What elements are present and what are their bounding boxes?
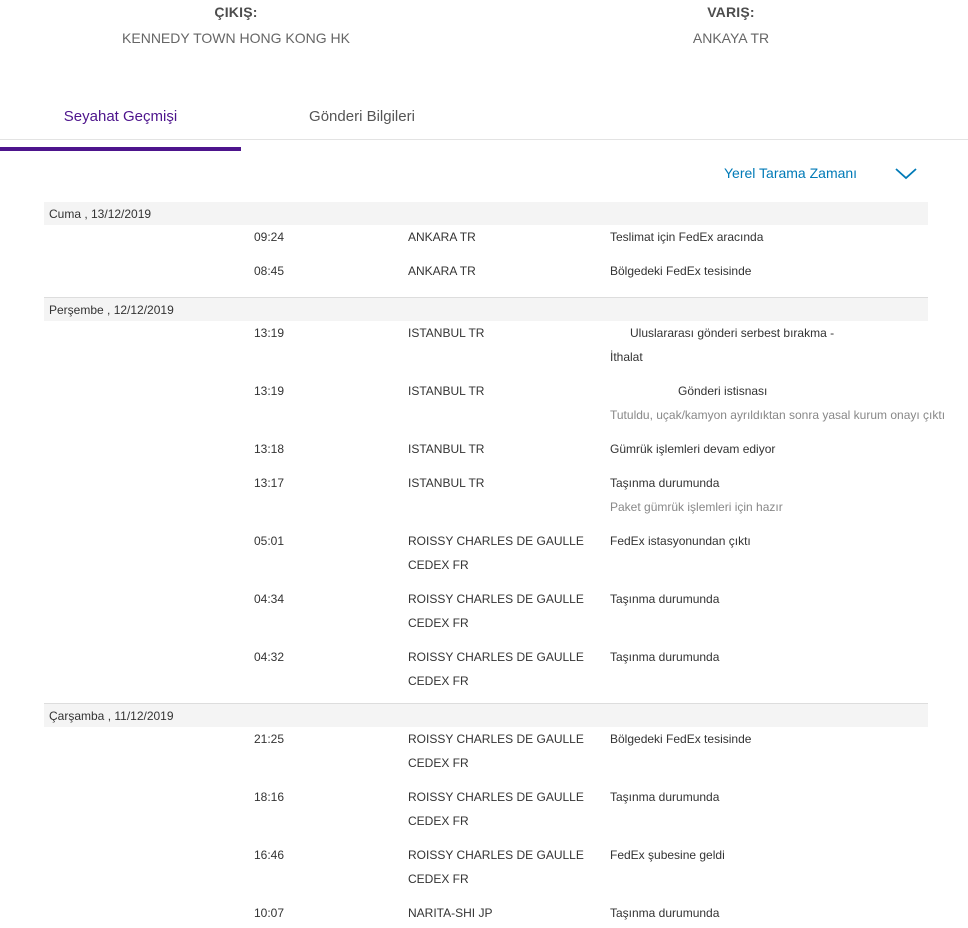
history-event-row: 13:18 ISTANBUL TR Gümrük işlemleri devam e… <box>44 437 928 471</box>
event-location-line1: ROISSY CHARLES DE GAULLE <box>408 848 584 862</box>
event-time: 10:07 <box>254 906 285 920</box>
event-time: 13:19 <box>254 326 285 340</box>
tab-bar: Seyahat Geçmişi Gönderi Bilgileri <box>0 96 968 151</box>
event-location: ROISSY CHARLES DE GAULLE CEDEX FR <box>408 727 588 775</box>
origin-label: ÇIKIŞ: <box>214 4 258 20</box>
event-status: Taşınma durumunda <box>610 906 720 920</box>
event-location: ANKARA TR <box>408 259 588 283</box>
event-location-line2: CEDEX FR <box>408 872 469 886</box>
history-event-row: 08:45 ANKARA TR Bölgedeki FedEx tesisinde <box>44 259 928 297</box>
history-event-row: 13:19 ISTANBUL TR Uluslararası gönderi ser… <box>44 321 928 379</box>
day-group: Çarşamba , 11/12/2019 21:25 ROISSY CHARLES… <box>44 704 928 925</box>
history-event-row: 09:24 ANKARA TR Teslimat için FedEx aracın… <box>44 225 928 259</box>
event-location-line1: ISTANBUL TR <box>408 476 485 490</box>
history-event-row: 04:34 ROISSY CHARLES DE GAULLE CEDEX FR Taş… <box>44 587 928 645</box>
event-time: 04:32 <box>254 650 285 664</box>
history-event-row: 21:25 ROISSY CHARLES DE GAULLE CEDEX FR Böl… <box>44 727 928 785</box>
day-header: Perşembe , 12/12/2019 <box>44 298 928 321</box>
event-location: ROISSY CHARLES DE GAULLE CEDEX FR <box>408 843 588 891</box>
event-location: ISTANBUL TR <box>408 437 588 461</box>
day-header: Cuma , 13/12/2019 <box>44 202 928 225</box>
event-time: 04:34 <box>254 592 285 606</box>
event-location: NARITA-SHI JP <box>408 901 588 925</box>
origin-value: KENNEDY TOWN HONG KONG HK <box>122 30 350 46</box>
scan-time-sort[interactable]: Yerel Tarama Zamanı <box>724 163 917 185</box>
event-status: Gümrük işlemleri devam ediyor <box>610 442 776 456</box>
event-status: Uluslararası gönderi serbest bırakma - <box>630 326 835 340</box>
destination-block: VARIŞ: ANKAYA TR <box>591 4 871 46</box>
history-event-row: 16:46 ROISSY CHARLES DE GAULLE CEDEX FR Fed… <box>44 843 928 901</box>
event-location: ISTANBUL TR <box>408 379 588 403</box>
event-time: 13:17 <box>254 476 285 490</box>
destination-value: ANKAYA TR <box>692 30 770 46</box>
event-location-line1: ANKARA TR <box>408 264 476 278</box>
event-location-line1: ISTANBUL TR <box>408 384 485 398</box>
event-time: 08:45 <box>254 264 285 278</box>
day-header: Çarşamba , 11/12/2019 <box>44 704 928 727</box>
event-location-line1: ROISSY CHARLES DE GAULLE <box>408 650 584 664</box>
event-location: ISTANBUL TR <box>408 321 588 345</box>
event-location-line2: CEDEX FR <box>408 558 469 572</box>
event-status: Bölgedeki FedEx tesisinde <box>610 732 752 746</box>
history-event-row: 13:17 ISTANBUL TR Taşınma durumunda Paket g… <box>44 471 928 529</box>
event-location-line1: ROISSY CHARLES DE GAULLE <box>408 592 584 606</box>
event-time: 05:01 <box>254 534 285 548</box>
route-summary: ÇIKIŞ: KENNEDY TOWN HONG KONG HK VARIŞ: … <box>0 0 968 60</box>
event-detail: Paket gümrük işlemleri için hazır <box>610 500 783 514</box>
event-time: 21:25 <box>254 732 285 746</box>
day-group: Cuma , 13/12/2019 09:24 ANKARA TR Teslimat … <box>44 202 928 298</box>
event-status: Bölgedeki FedEx tesisinde <box>610 264 752 278</box>
event-location: ANKARA TR <box>408 225 588 249</box>
event-status: Taşınma durumunda <box>610 592 720 606</box>
origin-block: ÇIKIŞ: KENNEDY TOWN HONG KONG HK <box>96 4 376 46</box>
event-location-line1: ROISSY CHARLES DE GAULLE <box>408 790 584 804</box>
event-location-line1: ISTANBUL TR <box>408 442 485 456</box>
event-location-line2: CEDEX FR <box>408 814 469 828</box>
event-status: Teslimat için FedEx aracında <box>610 230 764 244</box>
chevron-down-icon[interactable] <box>894 165 918 181</box>
travel-history-list: Cuma , 13/12/2019 09:24 ANKARA TR Teslimat … <box>44 202 945 925</box>
event-location: ROISSY CHARLES DE GAULLE CEDEX FR <box>408 529 588 577</box>
event-time: 13:18 <box>254 442 285 456</box>
event-location-line2: CEDEX FR <box>408 756 469 770</box>
day-group: Perşembe , 12/12/2019 13:19 ISTANBUL TR Ulu… <box>44 298 945 704</box>
event-location: ISTANBUL TR <box>408 471 588 495</box>
tab-shipment-info[interactable]: Gönderi Bilgileri <box>262 108 462 139</box>
event-location: ROISSY CHARLES DE GAULLE CEDEX FR <box>408 785 588 833</box>
event-status: Gönderi istisnası <box>678 384 768 398</box>
event-location-line2: CEDEX FR <box>408 616 469 630</box>
event-status: Taşınma durumunda <box>610 790 720 804</box>
event-time: 09:24 <box>254 230 285 244</box>
tab-travel-history[interactable]: Seyahat Geçmişi <box>0 108 241 151</box>
event-status: Taşınma durumunda <box>610 476 720 490</box>
event-location: ROISSY CHARLES DE GAULLE CEDEX FR <box>408 645 588 693</box>
destination-label: VARIŞ: <box>707 4 755 20</box>
event-location-line1: ISTANBUL TR <box>408 326 485 340</box>
event-status: FedEx istasyonundan çıktı <box>610 534 751 548</box>
history-event-row: 18:16 ROISSY CHARLES DE GAULLE CEDEX FR Taş… <box>44 785 928 843</box>
scan-time-sort-label[interactable]: Yerel Tarama Zamanı <box>724 165 857 181</box>
event-time: 18:16 <box>254 790 285 804</box>
event-location-line1: ROISSY CHARLES DE GAULLE <box>408 732 584 746</box>
event-location-line1: NARITA-SHI JP <box>408 906 493 920</box>
event-time: 16:46 <box>254 848 285 862</box>
history-event-row: 13:19 ISTANBUL TR Gönderi istisnası Tutuldu… <box>44 379 945 437</box>
event-status: Taşınma durumunda <box>610 650 720 664</box>
history-event-row: 10:07 NARITA-SHI JP Taşınma durumunda <box>44 901 928 925</box>
event-detail: Tutuldu, uçak/kamyon ayrıldıktan sonra y… <box>610 408 946 422</box>
event-status-line2: İthalat <box>610 350 643 364</box>
event-location-line2: CEDEX FR <box>408 674 469 688</box>
event-location-line1: ROISSY CHARLES DE GAULLE <box>408 534 584 548</box>
event-time: 13:19 <box>254 384 285 398</box>
event-status: FedEx şubesine geldi <box>610 848 725 862</box>
history-event-row: 05:01 ROISSY CHARLES DE GAULLE CEDEX FR Fed… <box>44 529 928 587</box>
history-event-row: 04:32 ROISSY CHARLES DE GAULLE CEDEX FR Taş… <box>44 645 928 703</box>
event-location: ROISSY CHARLES DE GAULLE CEDEX FR <box>408 587 588 635</box>
event-location-line1: ANKARA TR <box>408 230 476 244</box>
